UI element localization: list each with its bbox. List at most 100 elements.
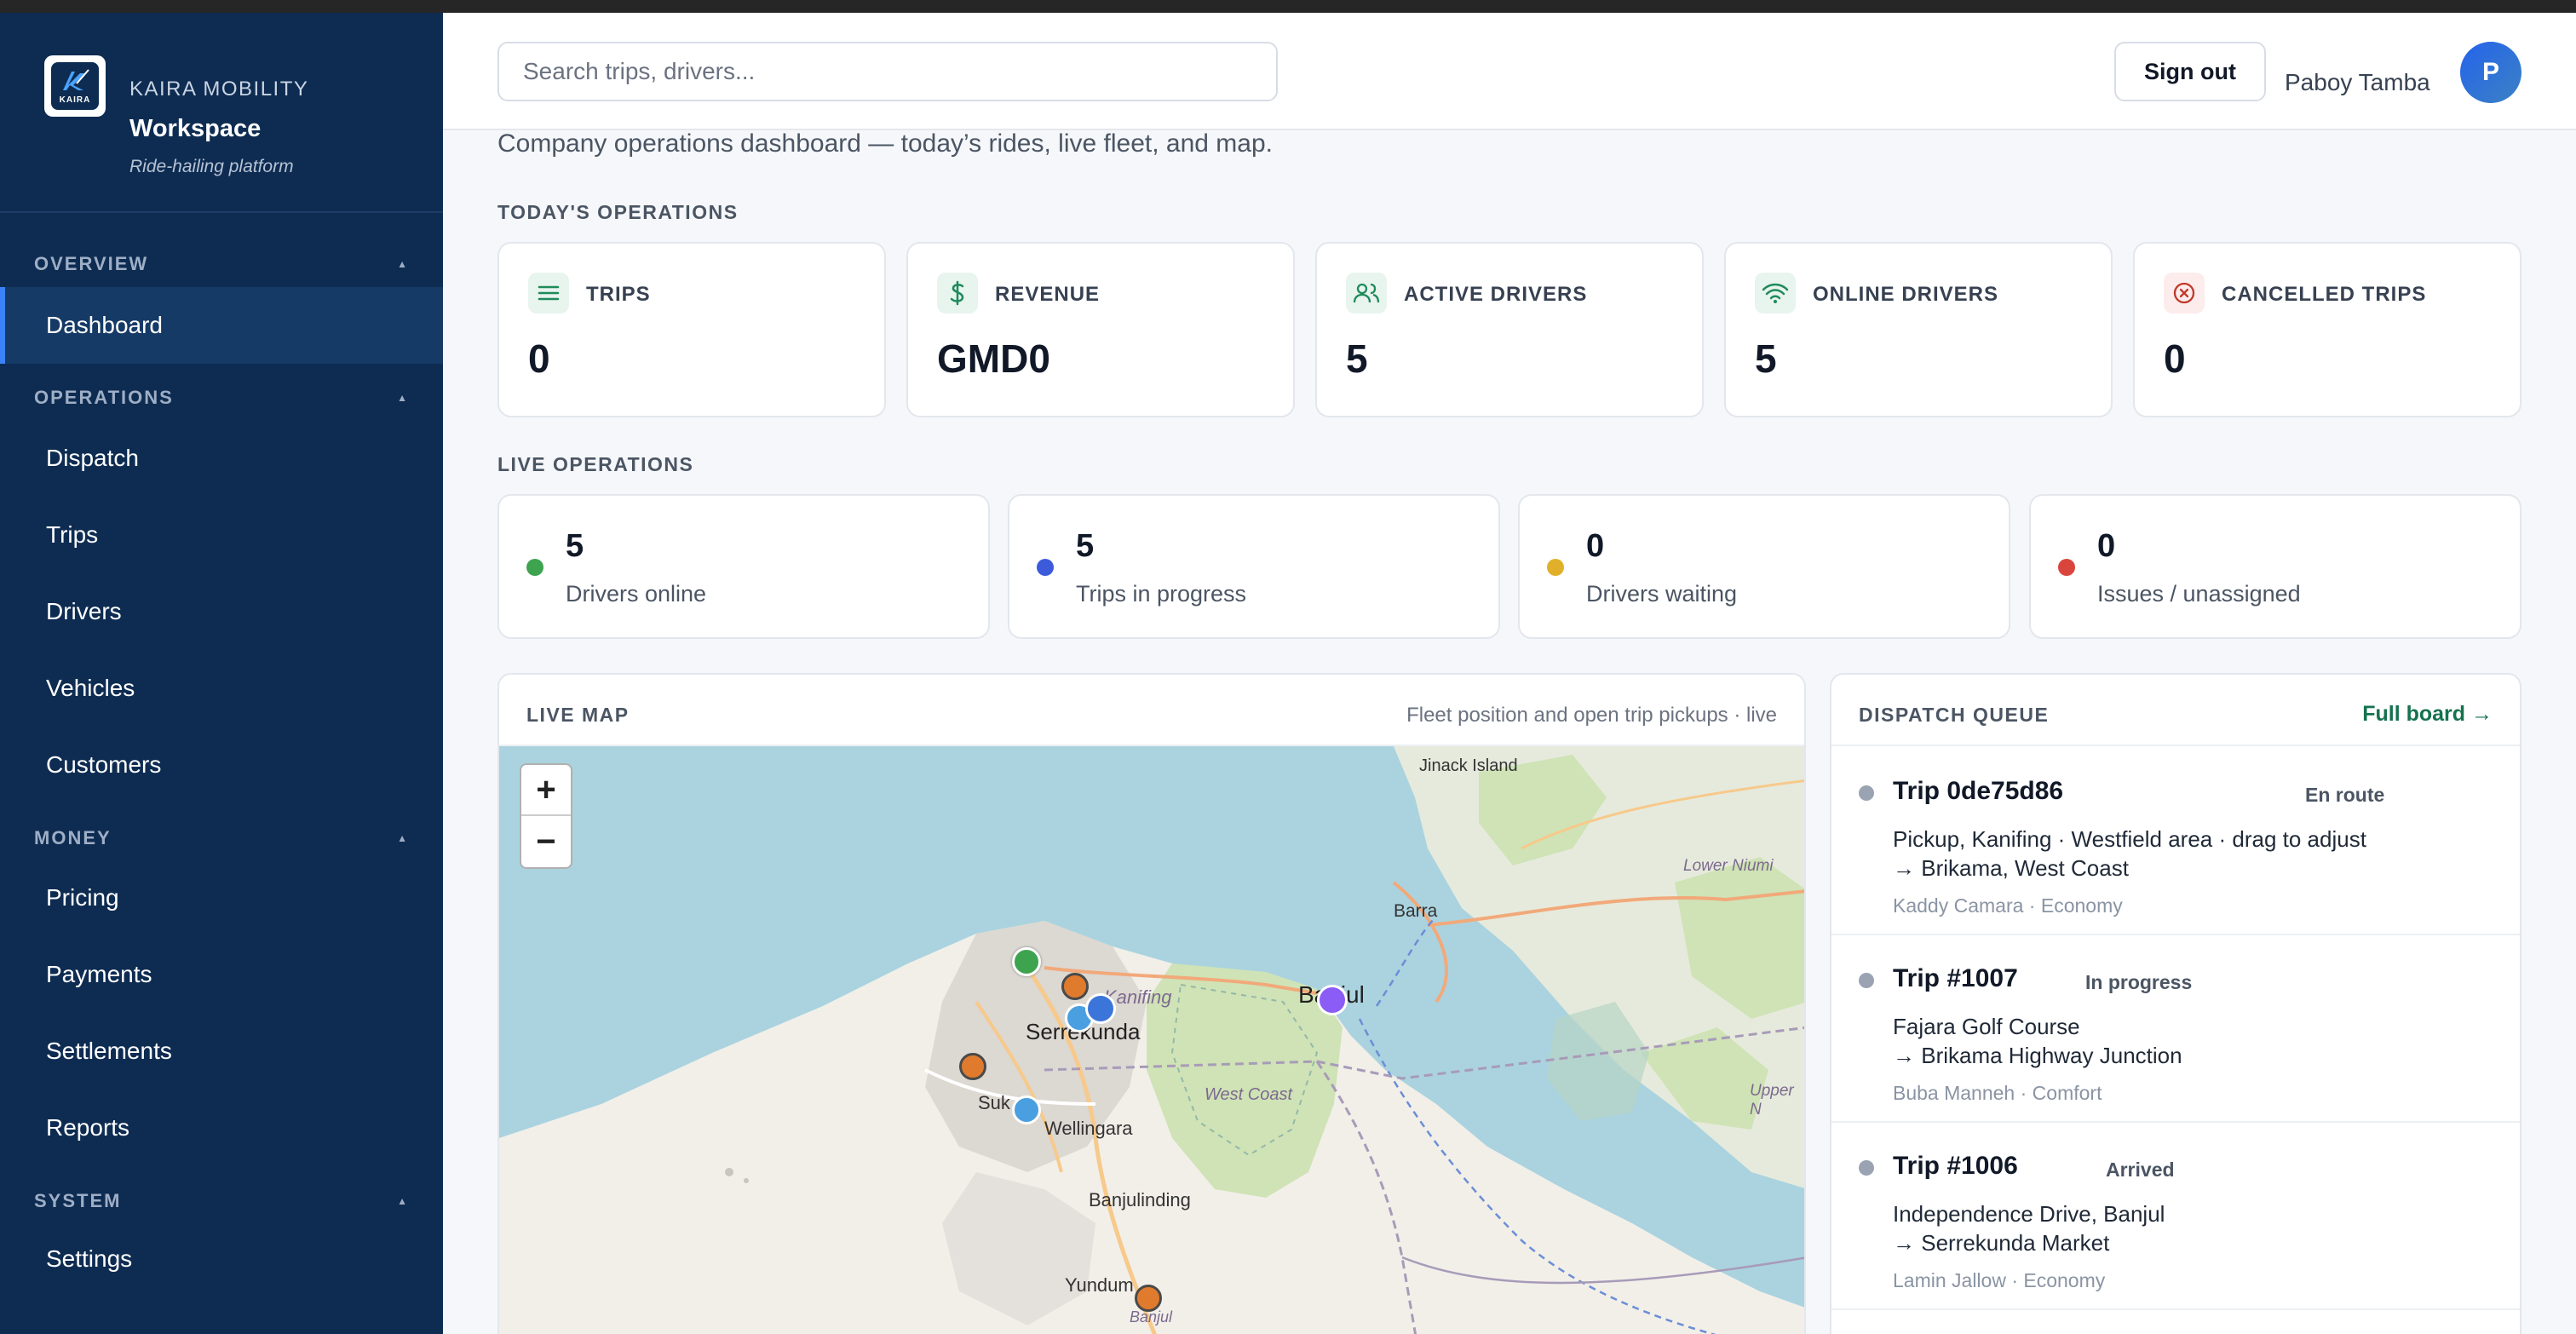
section-today-operations: TODAY'S OPERATIONS	[497, 201, 739, 223]
sidebar-item-payments[interactable]: Payments	[0, 936, 443, 1013]
map-label-sukuta: Suk	[978, 1092, 1010, 1113]
driver-marker[interactable]	[1085, 993, 1116, 1024]
dollar-icon	[937, 273, 978, 313]
map-panel-note: Fleet position and open trip pickups · l…	[1406, 704, 1777, 727]
trip-title: Trip #1006	[1893, 1152, 2018, 1180]
dispatch-item[interactable]: Trip #1007 In progress Fajara Golf Cours…	[1831, 935, 2520, 1123]
stat-card-trips[interactable]: TRIPS 0	[497, 242, 886, 417]
sidebar-item-drivers[interactable]: Drivers	[0, 573, 443, 650]
live-map[interactable]: Jinack Island Lower Niumi Barra Banjul K…	[499, 746, 1806, 1334]
full-board-link[interactable]: Full board →	[2362, 702, 2493, 727]
live-caption: Trips in progress	[1076, 581, 1247, 607]
live-map-panel: LIVE MAP Fleet position and open trip pi…	[497, 673, 1806, 1334]
trip-status-badge: Arrived	[2106, 1159, 2175, 1181]
collapse-caret-icon[interactable]: ▲	[397, 832, 409, 844]
stat-card-active-drivers[interactable]: ACTIVE DRIVERS 5	[1315, 242, 1704, 417]
zoom-out-button[interactable]: −	[521, 816, 571, 867]
map-panel-title: LIVE MAP	[526, 704, 630, 726]
map-zoom-control: + −	[520, 763, 572, 869]
trip-meta: Lamin Jallow · Economy	[1893, 1269, 2106, 1291]
map-label-lower-niumi: Lower Niumi	[1683, 857, 1774, 875]
stat-label: ACTIVE DRIVERS	[1404, 283, 1588, 306]
status-dot-green	[526, 559, 543, 576]
sidebar-divider	[0, 211, 443, 213]
live-caption: Drivers waiting	[1586, 581, 1738, 607]
driver-marker[interactable]	[1012, 947, 1041, 976]
sidebar-item-pricing[interactable]: Pricing	[0, 860, 443, 936]
sidebar-item-vehicles[interactable]: Vehicles	[0, 650, 443, 727]
live-caption: Drivers online	[566, 581, 707, 607]
logo-mark-icon	[63, 68, 89, 90]
user-name: Paboy Tamba	[2285, 69, 2430, 95]
wifi-icon	[1755, 273, 1796, 313]
status-dot-red	[2058, 559, 2075, 576]
brand[interactable]: KAIRA KAIRA MOBILITY Workspace Ride-hail…	[44, 55, 308, 177]
sidebar: KAIRA KAIRA MOBILITY Workspace Ride-hail…	[0, 13, 443, 1334]
live-value: 5	[1076, 528, 1095, 564]
driver-marker[interactable]	[1317, 985, 1348, 1015]
nav-section-system[interactable]: SYSTEM ▲	[34, 1190, 409, 1212]
zoom-in-button[interactable]: +	[521, 765, 571, 816]
stat-card-online-drivers[interactable]: ONLINE DRIVERS 5	[1724, 242, 2113, 417]
live-value: 5	[566, 528, 584, 564]
x-circle-icon	[2164, 273, 2205, 313]
live-card-drivers-waiting[interactable]: 0 Drivers waiting	[1518, 494, 2010, 639]
live-caption: Issues / unassigned	[2097, 581, 2301, 607]
driver-marker[interactable]	[1012, 1095, 1041, 1124]
stat-label: ONLINE DRIVERS	[1813, 283, 1999, 306]
section-live-operations: LIVE OPERATIONS	[497, 453, 694, 475]
dispatch-panel-title: DISPATCH QUEUE	[1859, 704, 2050, 726]
pickup-marker[interactable]	[1061, 973, 1089, 1000]
logo-text: KAIRA	[59, 95, 91, 105]
status-dot-yellow	[1547, 559, 1564, 576]
trip-destination: → Serrekunda Market	[1893, 1230, 2110, 1256]
sidebar-item-settlements[interactable]: Settlements	[0, 1013, 443, 1090]
map-label-upper-niumi: Upper N	[1750, 1082, 1794, 1118]
pickup-marker[interactable]	[1135, 1285, 1162, 1312]
nav-section-money[interactable]: MONEY ▲	[34, 827, 409, 849]
stat-value: 5	[1755, 336, 1777, 381]
pickup-marker[interactable]	[959, 1053, 986, 1080]
trip-status-badge: En route	[2305, 784, 2385, 806]
search-input[interactable]	[497, 42, 1278, 101]
stat-card-revenue[interactable]: REVENUE GMD0	[906, 242, 1295, 417]
live-card-drivers-online[interactable]: 5 Drivers online	[497, 494, 990, 639]
dispatch-item[interactable]: Trip #1006 Arrived Independence Drive, B…	[1831, 1123, 2520, 1310]
sidebar-item-customers[interactable]: Customers	[0, 727, 443, 803]
avatar[interactable]: P	[2460, 42, 2521, 103]
map-label-yundum: Yundum	[1065, 1274, 1134, 1296]
workspace-tagline: Ride-hailing platform	[129, 157, 294, 176]
dispatch-item[interactable]: Trip 0de75d86 En route Pickup, Kanifing …	[1831, 748, 2520, 935]
stat-value: GMD0	[937, 336, 1050, 381]
stat-value: 5	[1346, 336, 1368, 381]
live-value: 0	[1586, 528, 1605, 564]
queue-status-dot	[1859, 785, 1874, 801]
trip-status-badge: In progress	[2085, 971, 2193, 993]
page-subtitle: Company operations dashboard — today’s r…	[497, 129, 1273, 158]
list-icon	[528, 273, 569, 313]
sidebar-item-trips[interactable]: Trips	[0, 497, 443, 573]
map-canvas[interactable]	[499, 746, 1806, 1334]
map-label-jinack: Jinack Island	[1419, 756, 1518, 775]
ferry-route	[1375, 916, 1437, 1007]
sidebar-item-dispatch[interactable]: Dispatch	[0, 420, 443, 497]
collapse-caret-icon[interactable]: ▲	[397, 392, 409, 404]
nav-section-overview[interactable]: OVERVIEW ▲	[34, 253, 409, 275]
sidebar-item-settings[interactable]: Settings	[0, 1221, 443, 1297]
live-card-issues[interactable]: 0 Issues / unassigned	[2029, 494, 2521, 639]
collapse-caret-icon[interactable]: ▲	[397, 258, 409, 270]
window-top-bar	[0, 0, 2576, 13]
trip-meta: Kaddy Camara · Economy	[1893, 894, 2123, 917]
sidebar-item-dashboard[interactable]: Dashboard	[0, 287, 443, 364]
trip-title: Trip #1007	[1893, 964, 2018, 992]
trip-destination: → Brikama, West Coast	[1893, 855, 2129, 881]
collapse-caret-icon[interactable]: ▲	[397, 1195, 409, 1207]
trip-title: Trip 0de75d86	[1893, 777, 2064, 805]
sidebar-item-reports[interactable]: Reports	[0, 1090, 443, 1166]
nav-section-operations[interactable]: OPERATIONS ▲	[34, 387, 409, 409]
queue-status-dot	[1859, 973, 1874, 988]
sign-out-button[interactable]: Sign out	[2114, 42, 2266, 101]
stat-value: 0	[528, 336, 550, 381]
stat-card-cancelled-trips[interactable]: CANCELLED TRIPS 0	[2133, 242, 2521, 417]
live-card-trips-in-progress[interactable]: 5 Trips in progress	[1008, 494, 1500, 639]
